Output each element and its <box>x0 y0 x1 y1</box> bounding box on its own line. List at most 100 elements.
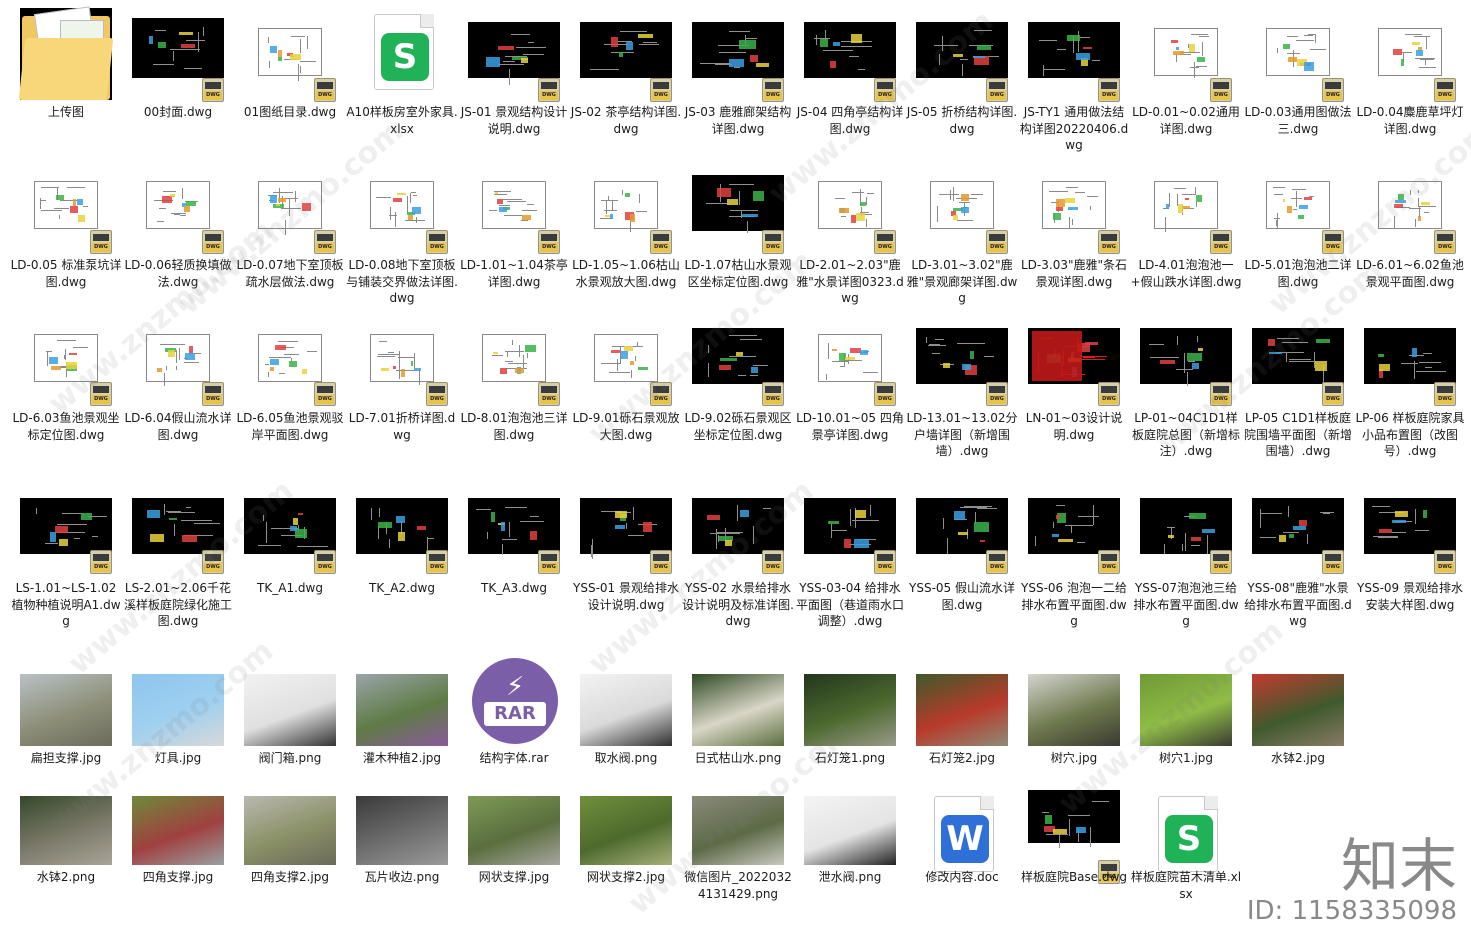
file-item[interactable]: DWG LD-0.01~0.02通用详图.dwg <box>1130 8 1242 156</box>
file-item[interactable]: DWG JS-TY1 通用做法结构详图20220406.dwg <box>1018 8 1130 156</box>
file-name-label: LS-2.01~2.06千花溪样板庭院绿化施工图.dwg <box>122 580 234 630</box>
file-item[interactable]: 树穴.jpg <box>1018 656 1130 802</box>
file-item[interactable]: DWG 01图纸目录.dwg <box>234 8 346 156</box>
cad-line <box>297 546 328 547</box>
file-item[interactable]: DWG YSS-05 假山流水详图.dwg <box>906 480 1018 632</box>
file-item[interactable]: 树穴1.jpg <box>1130 656 1242 802</box>
cad-line <box>1083 357 1095 358</box>
file-item[interactable]: DWG 00封面.dwg <box>122 8 234 156</box>
file-item[interactable]: DWG LD-0.05 标准泵坑详图.dwg <box>10 160 122 309</box>
file-item[interactable]: DWG LD-10.01~05 四角景亭详图.dwg <box>794 312 906 462</box>
file-item[interactable]: DWG LS-2.01~2.06千花溪样板庭院绿化施工图.dwg <box>122 480 234 632</box>
file-item[interactable]: DWG LD-9.02砾石景观区坐标定位图.dwg <box>682 312 794 462</box>
cad-line <box>399 351 400 367</box>
file-item[interactable]: 取水阀.png <box>570 656 682 802</box>
file-item[interactable]: 水钵2.png <box>10 790 122 921</box>
file-item[interactable]: DWG LD-0.07地下室顶板疏水层做法.dwg <box>234 160 346 309</box>
file-item[interactable]: 石灯笼2.jpg <box>906 656 1018 802</box>
file-name-label: JS-01 景观结构设计说明.dwg <box>458 104 570 137</box>
file-item[interactable]: DWG JS-05 折桥结构详图.dwg <box>906 8 1018 156</box>
cad-line <box>590 69 596 70</box>
file-item[interactable]: DWG LD-7.01折桥详图.dwg <box>346 312 458 462</box>
file-item[interactable]: DWG LP-05 C1D1样板庭院围墙平面图（新增围墙）.dwg <box>1242 312 1354 462</box>
file-item[interactable]: 四角支撑.jpg <box>122 790 234 921</box>
file-item[interactable]: DWG LD-3.01~3.02"鹿雅"景观廊架详图.dwg <box>906 160 1018 309</box>
file-item[interactable]: DWG LD-1.01~1.04茶亭详图.dwg <box>458 160 570 309</box>
file-item[interactable]: DWG LD-1.07枯山水景观区坐标定位图.dwg <box>682 160 794 309</box>
file-item[interactable]: 上传图 <box>10 8 122 156</box>
file-name-label: 石灯笼1.png <box>794 750 906 767</box>
file-name-label: LD-5.01泡泡池二详图.dwg <box>1242 257 1354 290</box>
cad-block <box>408 215 413 220</box>
file-item[interactable]: DWG JS-02 茶亭结构详图.dwg <box>570 8 682 156</box>
cad-block <box>1283 44 1290 49</box>
cad-line <box>503 199 522 200</box>
file-item[interactable]: DWG LN-01~03设计说明.dwg <box>1018 312 1130 462</box>
file-item[interactable]: 阀门箱.png <box>234 656 346 802</box>
drawing-preview <box>1252 498 1344 554</box>
file-item[interactable]: 微信图片_20220324131429.png <box>682 790 794 921</box>
cad-block <box>181 44 195 47</box>
file-item[interactable]: 瓦片收边.png <box>346 790 458 921</box>
file-item[interactable]: DWG YSS-03-04 给排水平面图（巷道雨水口调整）.dwg <box>794 480 906 632</box>
cad-line <box>632 346 643 347</box>
file-item[interactable]: DWG LD-0.08地下室顶板与铺装交界做法详图.dwg <box>346 160 458 309</box>
file-item[interactable]: DWG LD-5.01泡泡池二详图.dwg <box>1242 160 1354 309</box>
file-item[interactable]: DWG LP-06 样板庭院家具小品布置图（改图号）.dwg <box>1354 312 1466 462</box>
file-item[interactable]: DWG LD-6.04假山流水详图.dwg <box>122 312 234 462</box>
file-item[interactable]: DWG TK_A2.dwg <box>346 480 458 632</box>
file-item[interactable]: 水钵2.jpg <box>1242 656 1354 802</box>
cad-block <box>501 522 506 530</box>
cad-block <box>954 511 965 520</box>
file-item[interactable]: DWG LD-6.03鱼池景观坐标定位图.dwg <box>10 312 122 462</box>
file-item[interactable]: 日式枯山水.png <box>682 656 794 802</box>
cad-block <box>742 214 758 217</box>
file-item[interactable]: DWG TK_A1.dwg <box>234 480 346 632</box>
file-item[interactable]: DWG LD-13.01~13.02分户墙详图（新增围墙）.dwg <box>906 312 1018 462</box>
file-item[interactable]: DWG 样板庭院Base.dwg <box>1018 790 1130 921</box>
file-item[interactable]: DWG LD-6.01~6.02鱼池景观平面图.dwg <box>1354 160 1466 309</box>
file-item[interactable]: DWG LD-9.01砾石景观放大图.dwg <box>570 312 682 462</box>
file-item[interactable]: 网状支撑2.jpg <box>570 790 682 921</box>
cad-line <box>1059 833 1060 848</box>
file-item[interactable]: DWG LD-2.01~2.03"鹿雅"水景详图0323.dwg <box>794 160 906 309</box>
file-item[interactable]: DWG JS-04 四角亭结构详图.dwg <box>794 8 906 156</box>
file-item[interactable]: DWG YSS-06 泡泡一二给排水布置平面图.dwg <box>1018 480 1130 632</box>
file-item[interactable]: W 修改内容.doc <box>906 790 1018 921</box>
file-item[interactable]: ⚡ RAR 结构字体.rar <box>458 656 570 802</box>
file-item[interactable]: DWG YSS-08"鹿雅"水景给排水布置平面图.dwg <box>1242 480 1354 632</box>
file-item[interactable]: DWG YSS-07泡泡池三给排水布置平面图.dwg <box>1130 480 1242 632</box>
cad-block <box>1288 57 1297 61</box>
file-item[interactable]: DWG JS-01 景观结构设计说明.dwg <box>458 8 570 156</box>
dwg-badge-icon: DWG <box>762 550 784 574</box>
file-item[interactable]: DWG LD-4.01泡泡池一+假山跌水详图.dwg <box>1130 160 1242 309</box>
file-item[interactable]: DWG LP-01~04C1D1样板庭院总图（新增标注）.dwg <box>1130 312 1242 462</box>
file-item[interactable]: 灌木种植2.jpg <box>346 656 458 802</box>
dwg-badge-icon: DWG <box>538 78 560 102</box>
file-name-label: 样板庭院Base.dwg <box>1018 869 1130 886</box>
file-item[interactable]: 网状支撑.jpg <box>458 790 570 921</box>
file-item[interactable]: 石灯笼1.png <box>794 656 906 802</box>
file-item[interactable]: 扁担支撑.jpg <box>10 656 122 802</box>
cad-block <box>610 214 613 220</box>
file-item[interactable]: DWG YSS-02 水景给排水设计说明及标准详图.dwg <box>682 480 794 632</box>
file-item[interactable]: DWG LS-1.01~LS-1.02 植物种植说明A1.dwg <box>10 480 122 632</box>
file-item[interactable]: DWG YSS-01 景观给排水设计说明.dwg <box>570 480 682 632</box>
file-item[interactable]: 四角支撑2.jpg <box>234 790 346 921</box>
file-name-label: JS-04 四角亭结构详图.dwg <box>794 104 906 137</box>
file-item[interactable]: DWG LD-0.06轻质换填做法.dwg <box>122 160 234 309</box>
file-item[interactable]: DWG JS-03 鹿雅廊架结构详图.dwg <box>682 8 794 156</box>
file-item[interactable]: DWG LD-8.01泡泡池三详图.dwg <box>458 312 570 462</box>
file-item[interactable]: DWG TK_A3.dwg <box>458 480 570 632</box>
file-item[interactable]: DWG LD-1.05~1.06枯山水景观放大图.dwg <box>570 160 682 309</box>
file-item[interactable]: S A10样板房室外家具.xlsx <box>346 8 458 156</box>
file-item[interactable]: DWG YSS-09 景观给排水安装大样图.dwg <box>1354 480 1466 632</box>
file-item[interactable]: 灯具.jpg <box>122 656 234 802</box>
file-item[interactable]: DWG LD-3.03"鹿雅"条石景观详图.dwg <box>1018 160 1130 309</box>
file-item[interactable]: DWG LD-0.03通用图做法三.dwg <box>1242 8 1354 156</box>
file-item[interactable]: DWG LD-0.04麋鹿草坪灯详图.dwg <box>1354 8 1466 156</box>
cad-line <box>1207 535 1208 554</box>
file-item[interactable]: 泄水阀.png <box>794 790 906 921</box>
file-item[interactable]: S 样板庭院苗木清单.xlsx <box>1130 790 1242 921</box>
file-item[interactable]: DWG LD-6.05鱼池景观驳岸平面图.dwg <box>234 312 346 462</box>
